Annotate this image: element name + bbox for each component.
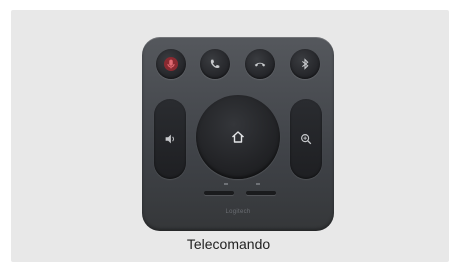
preset-button-right[interactable] [246, 191, 276, 195]
home-icon [232, 131, 244, 143]
call-button[interactable] [200, 49, 230, 79]
phone-call-icon [210, 59, 220, 68]
bluetooth-button[interactable] [290, 49, 320, 79]
zoom-button[interactable] [290, 99, 322, 179]
bluetooth-icon [302, 58, 309, 70]
home-button[interactable] [196, 95, 280, 179]
preset-marker-right [256, 183, 260, 185]
product-image: Logitech [13, 10, 425, 231]
volume-button[interactable] [154, 99, 186, 179]
hangup-button[interactable] [245, 49, 275, 79]
brand-logo: Logitech [225, 209, 251, 215]
speaker-icon [165, 134, 174, 144]
zoom-in-icon [301, 134, 312, 145]
preset-button-left[interactable] [204, 191, 234, 195]
microphone-mute-icon [164, 57, 178, 71]
preset-marker-left [224, 183, 228, 185]
mute-button[interactable] [156, 49, 186, 79]
phone-hangup-icon [254, 62, 266, 67]
product-caption: Telecomando [186, 236, 271, 252]
remote-control: Logitech [142, 37, 334, 231]
